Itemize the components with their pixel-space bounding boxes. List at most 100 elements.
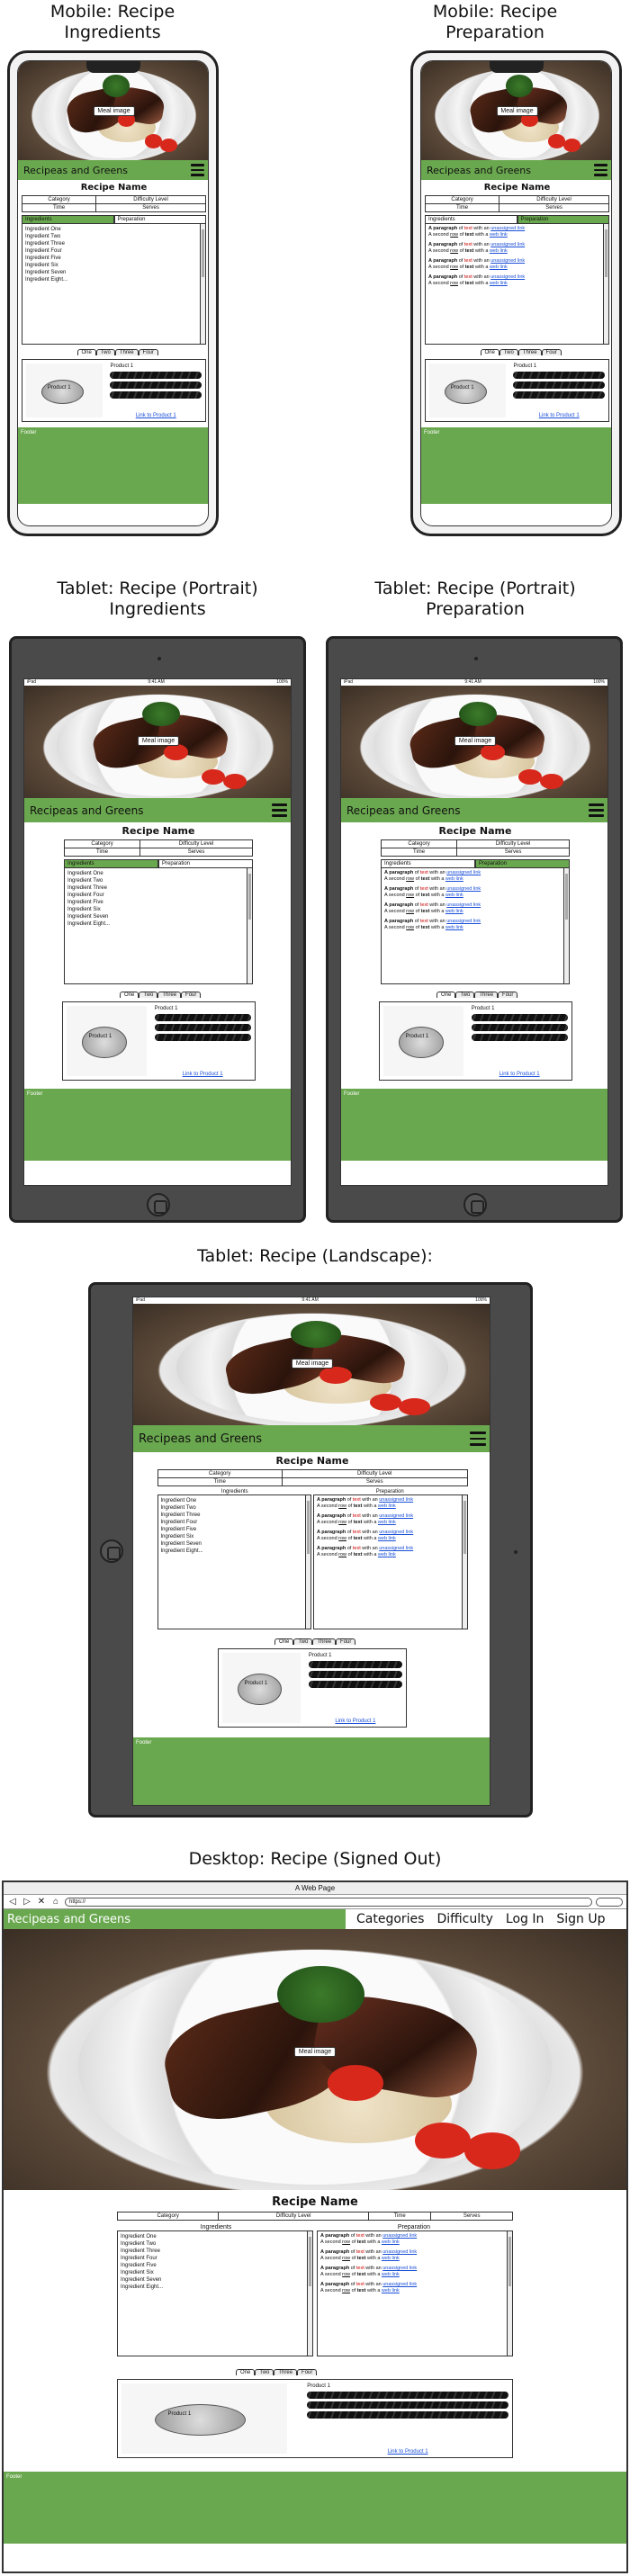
nav-link-difficulty[interactable]: Difficulty	[436, 1912, 492, 1926]
product-tab-one[interactable]: One	[120, 992, 140, 998]
product-title: Product 1	[513, 364, 537, 369]
product-tab-three[interactable]: Three	[312, 1638, 337, 1645]
brand-logo[interactable]: Recipeas and Greens	[30, 804, 144, 817]
page-content: Meal image Recipeas and Greens Recipe Name…	[133, 1304, 490, 1805]
product-tab-four[interactable]: Four	[181, 992, 202, 998]
tab-preparation[interactable]: Preparation	[158, 859, 253, 867]
hamburger-line	[589, 814, 604, 817]
product-tab-three[interactable]: Three	[474, 992, 499, 998]
product-tab-two[interactable]: Two	[95, 349, 115, 355]
scrollbar[interactable]	[307, 2231, 312, 2356]
product-tab-one[interactable]: One	[274, 1638, 294, 1645]
product-tab-two[interactable]: Two	[499, 349, 518, 355]
product-image: Product 1	[122, 2383, 287, 2454]
meal-image-label: Meal image	[137, 736, 180, 747]
close-icon[interactable]: ✕	[36, 1897, 47, 1907]
tomato-shape	[562, 138, 580, 153]
product-link[interactable]: Link to Product 1	[307, 2449, 508, 2455]
search-input[interactable]	[596, 1897, 623, 1907]
recipe-info-table: Category Difficulty Level Time Serves	[380, 839, 570, 857]
redacted-text	[513, 381, 605, 389]
url-input[interactable]: https://	[65, 1897, 592, 1907]
brand-logo[interactable]: Recipeas and Greens	[23, 165, 128, 176]
forward-icon[interactable]: ▷	[22, 1897, 32, 1907]
product-tab-three[interactable]: Three	[274, 2369, 298, 2375]
product-tab-one[interactable]: One	[436, 992, 456, 998]
tab-preparation[interactable]: Preparation	[113, 215, 206, 223]
hamburger-menu-icon[interactable]	[190, 164, 204, 176]
scrollbar[interactable]	[305, 1495, 310, 1629]
brand-logo[interactable]: Recipeas and Greens	[4, 1909, 346, 1929]
product-link[interactable]: Link to Product 1	[155, 1072, 251, 1077]
home-button-icon[interactable]	[147, 1193, 170, 1216]
hamburger-menu-icon[interactable]	[589, 803, 604, 817]
product-tab-one[interactable]: One	[480, 349, 500, 355]
header-preparation: Preparation	[397, 2224, 431, 2230]
scrollbar[interactable]	[563, 868, 569, 983]
recipe-body: Ingredients Preparation A paragraph of tex…	[381, 859, 570, 984]
product-tab-two[interactable]: Two	[455, 992, 475, 998]
product-link[interactable]: Link to Product 1	[472, 1072, 568, 1077]
home-button-icon[interactable]	[464, 1193, 487, 1216]
tomato-shape	[414, 2122, 471, 2159]
product-link[interactable]: Link to Product 1	[110, 413, 202, 418]
product-image-label: Product 1	[47, 385, 71, 390]
navbar: Recipeas and Greens	[421, 160, 611, 180]
scrollbar[interactable]	[247, 868, 252, 983]
tab-preparation[interactable]: Preparation	[475, 859, 570, 867]
product-tab-two[interactable]: Two	[255, 2369, 274, 2375]
ingredients-list: Ingredient One Ingredient Two Ingredient T…	[64, 867, 253, 984]
footer: Footer	[341, 1089, 608, 1161]
redacted-text	[308, 1661, 402, 1668]
product-link[interactable]: Link to Product 1	[309, 1719, 402, 1724]
product-tab-one[interactable]: One	[76, 349, 96, 355]
product-tab-one[interactable]: One	[236, 2369, 256, 2375]
tablet-frame-landscape: iPad 9:41 AM 100% Meal image Recipeas and Gr…	[88, 1282, 533, 1818]
meal-image-label: Meal image	[454, 736, 497, 747]
product-tab-four[interactable]: Four	[336, 1638, 356, 1645]
tab-ingredients[interactable]: Ingredients	[64, 859, 158, 867]
product-card: Product 1 Product 1 Link to Product 1	[425, 359, 609, 422]
brand-logo[interactable]: Recipeas and Greens	[427, 165, 531, 176]
nav-link-log-in[interactable]: Log In	[506, 1912, 544, 1926]
product-tab-three[interactable]: Three	[158, 992, 182, 998]
nav-link-categories[interactable]: Categories	[356, 1912, 424, 1926]
redacted-text	[154, 1024, 251, 1031]
product-link[interactable]: Link to Product 1	[513, 413, 605, 418]
hamburger-menu-icon[interactable]	[272, 803, 287, 817]
nav-link-sign-up[interactable]: Sign Up	[556, 1912, 605, 1926]
tab-ingredients[interactable]: Ingredients	[381, 859, 475, 867]
mobile-screen: Meal image Recipeas and Greens Recipe Name…	[17, 60, 209, 526]
product-tab-four[interactable]: Four	[297, 2369, 318, 2375]
hamburger-menu-icon[interactable]	[469, 1432, 486, 1446]
tab-ingredients[interactable]: Ingredients	[425, 215, 518, 223]
hamburger-menu-icon[interactable]	[593, 164, 608, 176]
brand-logo[interactable]: Recipeas and Greens	[139, 1432, 262, 1446]
scrollbar[interactable]	[603, 224, 608, 344]
product-tab-three[interactable]: Three	[518, 349, 542, 355]
meal-image-label: Meal image	[293, 2046, 337, 2057]
tab-ingredients[interactable]: Ingredients	[22, 215, 114, 223]
home-icon[interactable]: ⌂	[50, 1897, 61, 1907]
product-tab-four[interactable]: Four	[138, 349, 158, 355]
product-tab-four[interactable]: Four	[498, 992, 518, 998]
desktop-browser-window: A Web Page ◁ ▷ ✕ ⌂ https:// Recipeas and…	[2, 1880, 628, 2573]
brand-logo[interactable]: Recipeas and Greens	[346, 804, 461, 817]
scrollbar[interactable]	[461, 1495, 467, 1629]
product-tab-four[interactable]: Four	[541, 349, 562, 355]
scrollbar[interactable]	[507, 2231, 512, 2356]
back-icon[interactable]: ◁	[7, 1897, 18, 1907]
ingredient-item: Ingredient Four	[68, 893, 104, 898]
status-battery: 100%	[276, 679, 288, 685]
product-tab-two[interactable]: Two	[293, 1638, 313, 1645]
preparation-paragraph: A paragraph of text with an unassigned l…	[317, 1497, 414, 1509]
scrollbar[interactable]	[200, 224, 205, 344]
product-tab-two[interactable]: Two	[139, 992, 158, 998]
recipe-body: Ingredients Preparation Ingredient One Ingr…	[22, 215, 206, 345]
home-button-icon[interactable]	[100, 1539, 123, 1563]
preparation-paragraph: A paragraph of text with an unassigned l…	[384, 902, 482, 914]
product-tab-three[interactable]: Three	[114, 349, 139, 355]
tomato-shape	[464, 2132, 521, 2169]
tab-preparation[interactable]: Preparation	[517, 215, 609, 223]
product-title: Product 1	[471, 1006, 495, 1011]
